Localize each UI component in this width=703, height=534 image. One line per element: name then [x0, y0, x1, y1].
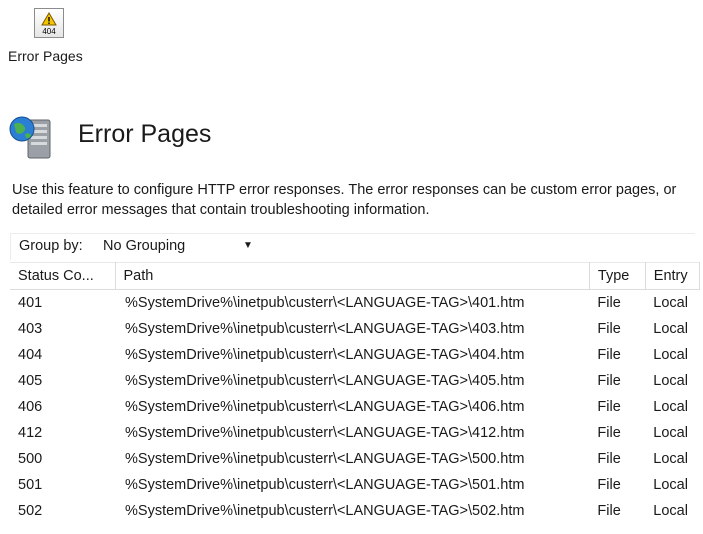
type-cell: File [597, 321, 621, 337]
path-cell: %SystemDrive%\inetpub\custerr\<LANGUAGE-… [125, 477, 525, 493]
chevron-down-icon[interactable]: ▼ [243, 240, 253, 251]
entry-cell: Local [653, 295, 688, 311]
table-row[interactable]: 501 %SystemDrive%\inetpub\custerr\<LANGU… [10, 472, 700, 498]
group-by-dropdown[interactable]: No Grouping [103, 238, 185, 254]
status-code-cell: 401 [18, 295, 43, 311]
entry-cell: Local [653, 399, 688, 415]
type-cell: File [597, 451, 621, 467]
type-cell: File [597, 425, 621, 441]
error-pages-feature-tile[interactable]: 404 Error Pages [4, 8, 94, 64]
column-header-entry-type[interactable]: Entry [645, 262, 701, 290]
entry-cell: Local [653, 451, 688, 467]
entry-cell: Local [653, 321, 688, 337]
path-cell: %SystemDrive%\inetpub\custerr\<LANGUAGE-… [125, 321, 525, 337]
feature-description: Use this feature to configure HTTP error… [12, 182, 677, 218]
table-row[interactable]: 502 %SystemDrive%\inetpub\custerr\<LANGU… [10, 498, 700, 524]
entry-cell: Local [653, 373, 688, 389]
status-code-cell: 404 [18, 347, 43, 363]
table-row[interactable]: 500 %SystemDrive%\inetpub\custerr\<LANGU… [10, 446, 700, 472]
error-pages-table: Status Co... Path Type Entry 401 %System… [10, 262, 701, 524]
column-header-type[interactable]: Type [589, 262, 646, 290]
status-code-cell: 412 [18, 425, 43, 441]
entry-cell: Local [653, 425, 688, 441]
tile-label: Error Pages [8, 48, 83, 64]
column-header-path[interactable]: Path [115, 262, 590, 290]
table-row[interactable]: 412 %SystemDrive%\inetpub\custerr\<LANGU… [10, 420, 700, 446]
status-code-cell: 405 [18, 373, 43, 389]
path-cell: %SystemDrive%\inetpub\custerr\<LANGUAGE-… [125, 373, 525, 389]
type-cell: File [597, 399, 621, 415]
status-code-cell: 406 [18, 399, 43, 415]
status-code-cell: 500 [18, 451, 43, 467]
table-row[interactable]: 404 %SystemDrive%\inetpub\custerr\<LANGU… [10, 342, 700, 368]
table-row[interactable]: 405 %SystemDrive%\inetpub\custerr\<LANGU… [10, 368, 700, 394]
status-code-cell: 501 [18, 477, 43, 493]
globe-server-icon [9, 116, 51, 159]
tile-icon-code: 404 [42, 27, 56, 36]
entry-cell: Local [653, 503, 688, 519]
group-by-bar: Group by: No Grouping ▼ [10, 233, 695, 260]
path-cell: %SystemDrive%\inetpub\custerr\<LANGUAGE-… [125, 399, 525, 415]
group-by-label: Group by: [19, 238, 83, 254]
status-code-cell: 403 [18, 321, 43, 337]
path-cell: %SystemDrive%\inetpub\custerr\<LANGUAGE-… [125, 425, 525, 441]
entry-cell: Local [653, 477, 688, 493]
table-row[interactable]: 406 %SystemDrive%\inetpub\custerr\<LANGU… [10, 394, 700, 420]
type-cell: File [597, 373, 621, 389]
path-cell: %SystemDrive%\inetpub\custerr\<LANGUAGE-… [125, 451, 525, 467]
entry-cell: Local [653, 347, 688, 363]
type-cell: File [597, 477, 621, 493]
type-cell: File [597, 295, 621, 311]
type-cell: File [597, 347, 621, 363]
column-header-status-code[interactable]: Status Co... [10, 262, 116, 290]
path-cell: %SystemDrive%\inetpub\custerr\<LANGUAGE-… [125, 503, 525, 519]
path-cell: %SystemDrive%\inetpub\custerr\<LANGUAGE-… [125, 347, 525, 363]
path-cell: %SystemDrive%\inetpub\custerr\<LANGUAGE-… [125, 295, 525, 311]
page-title: Error Pages [78, 120, 212, 148]
table-header-row: Status Co... Path Type Entry [10, 262, 701, 290]
table-row[interactable]: 403 %SystemDrive%\inetpub\custerr\<LANGU… [10, 316, 700, 342]
status-code-cell: 502 [18, 503, 43, 519]
table-row[interactable]: 401 %SystemDrive%\inetpub\custerr\<LANGU… [10, 290, 700, 317]
warning-icon: 404 [34, 8, 64, 38]
type-cell: File [597, 503, 621, 519]
